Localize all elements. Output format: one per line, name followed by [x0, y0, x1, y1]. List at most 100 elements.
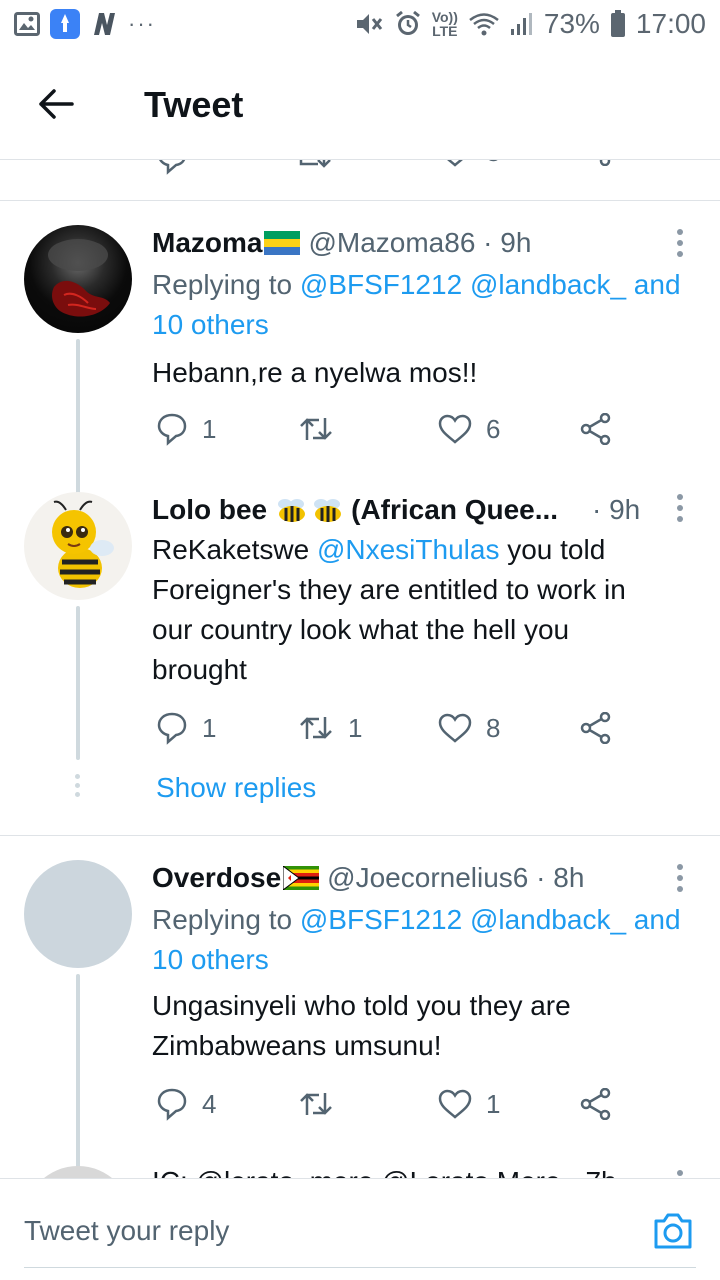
mention-link[interactable]: @landback_ — [470, 269, 626, 300]
avatar[interactable] — [24, 225, 132, 333]
heart-icon — [438, 1089, 472, 1119]
display-name[interactable]: Mazoma — [152, 227, 262, 259]
heart-icon — [438, 713, 472, 743]
like-count: 8 — [486, 712, 501, 743]
volte-indicator: Vo)) LTE — [432, 10, 458, 38]
previous-like-action[interactable]: 3 — [438, 160, 500, 172]
share-action[interactable] — [580, 708, 612, 748]
replying-prefix: Replying to — [152, 904, 300, 935]
avatar[interactable] — [24, 492, 132, 600]
display-name[interactable]: Lolo bee — [152, 494, 267, 526]
share-icon[interactable] — [580, 160, 612, 166]
and-link[interactable]: and — [634, 269, 681, 300]
retweet-action[interactable] — [298, 1084, 348, 1124]
more-options-button[interactable] — [670, 223, 690, 263]
camera-icon — [654, 1213, 692, 1249]
tweet-reply-input[interactable] — [24, 1209, 624, 1253]
retweet-icon — [300, 1093, 332, 1115]
retweet-action[interactable]: 1 — [298, 708, 362, 748]
camera-button[interactable] — [652, 1211, 694, 1251]
status-bar: ··· Vo)) LTE 73% 17:00 — [0, 0, 720, 48]
thread-line — [76, 606, 80, 760]
status-bar-left: ··· — [14, 9, 156, 39]
others-link[interactable]: 10 others — [152, 944, 269, 975]
more-options-button[interactable] — [670, 488, 690, 528]
wifi-icon — [469, 13, 499, 36]
avatar[interactable] — [24, 860, 132, 968]
tweet-text: Hebann,re a nyelwa mos!! — [152, 357, 478, 388]
mention-link[interactable]: @BFSF1212 — [300, 904, 462, 935]
tweet-text: Ungasinyeli who told you they are Zimbab… — [152, 986, 680, 1066]
avatar-image — [52, 500, 114, 588]
page-title: Tweet — [144, 84, 244, 125]
like-action[interactable]: 8 — [438, 708, 500, 748]
display-name[interactable]: Overdose — [152, 862, 281, 894]
mute-icon — [356, 14, 382, 34]
tweet-header: Lolo bee (African Quee... — [152, 490, 640, 530]
timestamp[interactable]: 9h — [500, 227, 531, 259]
like-count: 6 — [486, 413, 501, 444]
tweet-actions: 4 1 — [152, 1084, 652, 1124]
retweet-icon[interactable] — [298, 160, 334, 176]
back-button[interactable] — [28, 82, 84, 126]
retweet-icon — [300, 418, 332, 440]
like-action[interactable]: 1 — [438, 1084, 500, 1124]
tweet-text: ReKaketswe @NxesiThulas you told Foreign… — [152, 530, 680, 690]
avatar[interactable] — [24, 1166, 132, 1178]
mention-link[interactable]: @landback_ — [470, 904, 626, 935]
signal-icon — [510, 13, 532, 35]
tweet-text-line: our country look what the hell you — [152, 614, 570, 645]
share-action[interactable] — [580, 1084, 612, 1124]
mention-link[interactable]: @NxesiThulas — [317, 534, 499, 565]
share-icon — [580, 1088, 611, 1120]
separator-dot: · — [592, 494, 610, 525]
tweet-lolo-bee[interactable]: Lolo bee (African Quee... · 9h ReKaketsw… — [0, 470, 720, 836]
tweet-text-line: Foreigner's they are entitled to work in — [152, 574, 626, 605]
share-icon — [580, 712, 611, 744]
separator-dot: · — [528, 862, 554, 893]
others-link[interactable]: 10 others — [152, 309, 269, 340]
retweet-action[interactable] — [298, 409, 348, 449]
battery-icon — [610, 10, 625, 37]
share-icon — [580, 413, 611, 445]
n-icon — [94, 13, 115, 35]
tweet-header: Mazoma @Mazoma86 · 9h — [152, 223, 640, 263]
mention-link[interactable]: @BFSF1212 — [300, 269, 462, 300]
display-name-suffix[interactable]: (African Quee... — [351, 494, 558, 526]
tweet-text-prefix: ReKaketswe — [152, 534, 317, 565]
reply-icon[interactable] — [156, 160, 188, 176]
gallery-icon — [14, 12, 40, 36]
user-handle[interactable]: @Joecornelius6 — [327, 862, 528, 894]
retweet-count: 1 — [348, 712, 363, 743]
reply-action[interactable]: 4 — [156, 1084, 216, 1124]
back-arrow-icon — [39, 89, 74, 119]
reply-composer-bar — [0, 1178, 720, 1280]
and-link[interactable]: and — [634, 904, 681, 935]
user-handle[interactable]: @Mazoma86 — [308, 227, 475, 259]
more-options-button[interactable] — [670, 858, 690, 898]
alarm-icon — [395, 10, 420, 35]
reply-count: 1 — [202, 712, 217, 743]
tweet-mazoma[interactable]: Mazoma @Mazoma86 · 9h Replying to @BFSF1… — [0, 201, 720, 511]
gabon-flag-icon — [264, 231, 301, 255]
tweet-text-line: Zimbabweans umsunu! — [152, 1030, 442, 1061]
tweet-actions: 1 6 — [152, 409, 652, 449]
tweet-partial[interactable]: IC: @lerato_mere @Lerato Mere · 7h — [0, 1160, 720, 1178]
show-replies-link[interactable]: Show replies — [156, 772, 316, 804]
timestamp[interactable]: 8h — [553, 862, 584, 894]
tweet-actions: 1 1 8 — [152, 708, 652, 748]
status-bar-right: Vo)) LTE 73% 17:00 — [354, 8, 706, 40]
like-action[interactable]: 6 — [438, 409, 500, 449]
heart-icon — [438, 414, 472, 444]
retweet-icon — [300, 717, 332, 739]
share-action[interactable] — [580, 409, 612, 449]
reply-count: 4 — [202, 1088, 217, 1119]
separator-dot: · — [475, 227, 501, 258]
previous-tweet-actions: 3 — [0, 160, 720, 180]
more-options-button[interactable] — [670, 1164, 690, 1178]
tweet-overdose[interactable]: Overdose @Joecornelius6 · 8h Replying to… — [0, 836, 720, 1178]
clock: 17:00 — [635, 8, 706, 39]
timestamp[interactable]: 9h — [609, 494, 640, 526]
reply-action[interactable]: 1 — [156, 708, 216, 748]
reply-action[interactable]: 1 — [156, 409, 216, 449]
